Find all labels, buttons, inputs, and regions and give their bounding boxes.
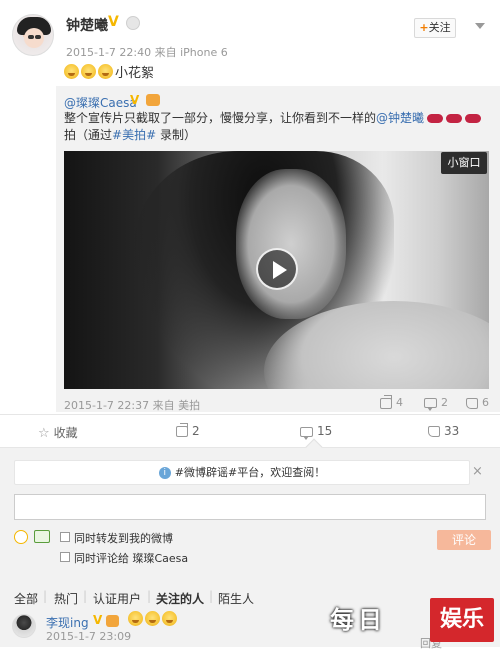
emoji-icon — [98, 64, 113, 79]
thumb-up-icon — [428, 426, 440, 437]
emoji-icon — [145, 611, 160, 626]
filter-hot[interactable]: 热门 — [54, 590, 78, 607]
forward-count: 2 — [192, 424, 200, 438]
smile-icon[interactable] — [14, 530, 28, 544]
comment-icon — [424, 398, 437, 411]
filter-separator: | — [43, 589, 48, 603]
emoji-icon — [81, 64, 96, 79]
emoji-icon — [162, 611, 177, 626]
fire-badge-icon — [146, 94, 160, 106]
comment-time: 2015-1-7 23:09 — [46, 630, 132, 643]
filter-verified[interactable]: 认证用户 — [93, 590, 141, 607]
comment-icon — [300, 426, 313, 440]
forward-icon — [380, 397, 392, 409]
quoted-text: 整个宣传片只截取了一部分，慢慢分享，让你看到不一样的@钟楚曦 拍（通过#美拍# … — [64, 110, 492, 144]
quoted-meta: 2015-1-7 22:37 来自 美拍 — [64, 399, 201, 412]
commenter-name[interactable]: 李现ing — [46, 614, 89, 631]
follow-button[interactable]: +关注 — [414, 18, 456, 38]
info-icon: i — [158, 467, 171, 479]
forward-checkbox-label: 同时转发到我的微博 — [74, 532, 173, 545]
quoted-like[interactable]: 6 — [466, 396, 489, 409]
comment-to-checkbox[interactable] — [60, 552, 70, 562]
forward-button[interactable]: 2 — [176, 424, 200, 438]
comment-emojis — [128, 611, 179, 626]
quoted-text-part: 录制） — [156, 128, 196, 142]
notice-banner[interactable]: i #微博辟谣#平台，欢迎查阅！ — [14, 460, 470, 485]
submit-comment-button[interactable]: 评论 — [437, 530, 491, 550]
pip-button[interactable]: 小窗口 — [441, 152, 487, 174]
author-name[interactable]: 钟楚曦 — [66, 15, 108, 35]
forward-checkbox[interactable] — [60, 532, 70, 542]
mention-link[interactable]: @钟楚曦 — [376, 111, 424, 125]
filter-all[interactable]: 全部 — [14, 590, 38, 607]
post-meta: 2015-1-7 22:40 来自 iPhone 6 — [66, 46, 228, 59]
quoted-forward[interactable]: 4 — [380, 396, 403, 409]
fire-badge-icon — [106, 615, 119, 627]
filter-following[interactable]: 关注的人 — [156, 590, 204, 607]
author-avatar[interactable] — [12, 14, 54, 56]
topic-link[interactable]: #美拍# — [112, 128, 156, 142]
emoji-icon — [64, 64, 79, 79]
comment-button[interactable]: 15 — [300, 424, 333, 440]
lips-icon — [446, 114, 463, 123]
favorite-label: 收藏 — [53, 426, 78, 440]
verified-icon: V — [108, 14, 119, 30]
filter-separator: | — [83, 589, 88, 603]
like-button[interactable]: 33 — [428, 424, 459, 438]
quoted-like-count: 6 — [482, 396, 489, 409]
filter-separator: | — [147, 589, 152, 603]
quoted-comment[interactable]: 2 — [424, 396, 448, 411]
avatar-eye-right — [35, 35, 41, 39]
lips-icon — [465, 114, 482, 123]
post-text-content: 小花絮 — [115, 66, 155, 81]
medal-icon — [126, 16, 140, 30]
comment-input[interactable] — [14, 494, 486, 520]
star-icon: ☆ — [38, 426, 50, 441]
post-text: 小花絮 — [64, 62, 154, 81]
filter-separator: | — [209, 589, 214, 603]
avatar-face — [24, 28, 44, 48]
emoji-icon — [128, 611, 143, 626]
watermark-logo: 每日 娱乐 — [330, 598, 500, 647]
quoted-forward-count: 4 — [396, 396, 403, 409]
quoted-comment-count: 2 — [441, 396, 448, 409]
lips-icon — [427, 114, 444, 123]
quoted-text-part: 拍（通过 — [64, 128, 113, 142]
avatar-eye-left — [28, 35, 34, 39]
like-count: 33 — [444, 424, 460, 438]
plus-icon: + — [419, 21, 429, 34]
thumb-up-icon — [466, 397, 478, 409]
quoted-author[interactable]: @璨璨Caesa — [64, 94, 137, 111]
filter-strangers[interactable]: 陌生人 — [218, 590, 254, 607]
play-icon[interactable] — [256, 248, 298, 290]
commenter-avatar[interactable] — [12, 614, 36, 638]
quoted-text-part: 整个宣传片只截取了一部分，慢慢分享，让你看到不一样的 — [64, 111, 377, 125]
favorite-button[interactable]: ☆ 收藏 — [38, 424, 78, 441]
forward-icon — [176, 426, 188, 437]
close-icon[interactable]: × — [472, 464, 483, 479]
image-icon[interactable] — [34, 530, 50, 543]
comment-to-checkbox-label: 同时评论给 璨璨Caesa — [74, 552, 189, 565]
video-frame-face — [236, 169, 346, 319]
chevron-down-icon[interactable] — [475, 23, 485, 29]
verified-icon: V — [93, 613, 103, 627]
follow-label: 关注 — [428, 21, 451, 34]
comment-count: 15 — [317, 424, 333, 438]
notice-text: #微博辟谣#平台，欢迎查阅！ — [174, 466, 326, 479]
watermark-text-left: 每日 — [330, 606, 386, 634]
watermark-text-right: 娱乐 — [430, 598, 494, 642]
verified-icon: V — [130, 93, 140, 107]
